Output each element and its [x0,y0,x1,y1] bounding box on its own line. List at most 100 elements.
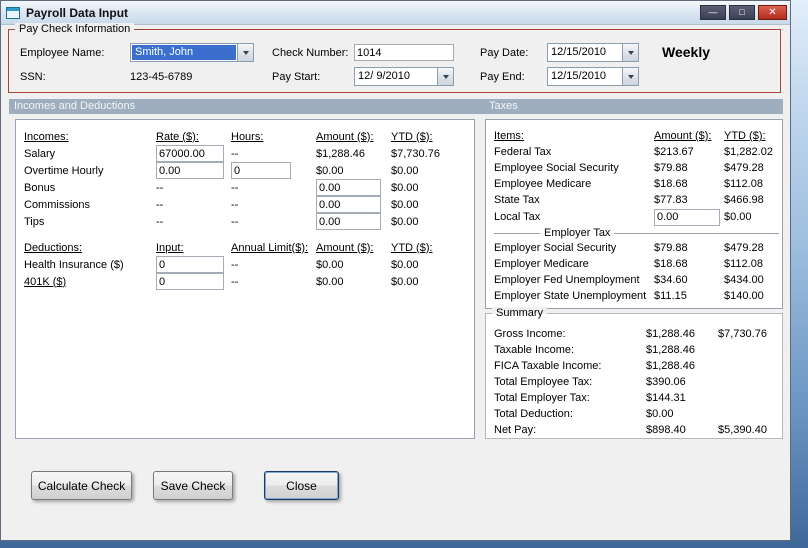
chevron-down-icon[interactable] [237,44,253,61]
desktop-background: Payroll Data Input — □ ✕ Pay Check Infor… [0,0,808,548]
salary-hours-value: -- [231,147,239,160]
caption-buttons: — □ ✕ [700,5,787,20]
income-row-salary: Salary -- $1,288.46 $7,730.76 [16,145,474,162]
overtime-hours-cell [231,162,316,179]
row-label: Salary [24,147,56,160]
summary-row-employer-tax: Total Employer Tax: $144.31 [486,390,782,406]
chevron-down-icon[interactable] [622,44,638,61]
employer-tax-label: Employer Tax [544,227,611,239]
pay-end-picker[interactable]: 12/15/2010 [547,67,639,86]
employer-medicare-amount: $18.68 [654,258,688,270]
salary-amount-value: $1,288.46 [316,147,365,160]
incomes-header-row: Incomes: Rate ($): Hours: Amount ($): YT… [16,128,474,145]
row-label: Tips [24,215,45,228]
state-tax-ytd: $466.98 [724,194,764,206]
bonus-amount-input[interactable] [316,179,381,196]
close-window-button[interactable]: ✕ [758,5,787,20]
calculate-check-button[interactable]: Calculate Check [31,471,132,500]
employer-state-unemployment-ytd: $140.00 [724,290,764,302]
bonus-amount-cell [316,179,391,196]
local-tax-cell [654,208,724,226]
federal-tax-amount: $213.67 [654,146,694,158]
tips-ytd-value: $0.00 [391,215,419,228]
pay-start-label: Pay Start: [272,71,321,83]
bonus-ytd-value: $0.00 [391,181,419,194]
employee-name-label: Employee Name: [20,47,105,59]
net-pay-ytd: $5,390.40 [718,424,767,436]
total-employee-tax-amount: $390.06 [646,376,686,388]
tips-rate-value: -- [156,215,164,228]
total-deduction-amount: $0.00 [646,408,674,420]
col-header: YTD ($): [724,130,766,142]
health-insurance-input[interactable] [156,256,224,273]
gross-income-ytd: $7,730.76 [718,328,767,340]
summary-row-employee-tax: Total Employee Tax: $390.06 [486,374,782,390]
row-label: Employee Social Security [494,162,619,174]
k401-limit-value: -- [231,275,239,288]
commissions-amount-cell [316,196,391,213]
net-pay-amount: $898.40 [646,424,686,436]
taxes-panel: Items: Amount ($): YTD ($): Federal Tax … [485,119,783,309]
divider-line [494,232,540,234]
pay-end-label: Pay End: [480,71,525,83]
tax-row-employee-ss: Employee Social Security $79.88 $479.28 [486,160,782,176]
tax-row-federal: Federal Tax $213.67 $1,282.02 [486,144,782,160]
k401-amount-value: $0.00 [316,275,344,288]
row-label: Total Deduction: [494,408,573,420]
chevron-down-icon[interactable] [622,68,638,85]
k401-input[interactable] [156,273,224,290]
employer-tax-divider: Employer Tax [486,226,782,240]
col-header: Input: [156,241,184,254]
commissions-amount-input[interactable] [316,196,381,213]
local-tax-input[interactable] [654,208,720,226]
row-label: Gross Income: [494,328,566,340]
employer-medicare-ytd: $112.08 [724,258,763,270]
commissions-hours-value: -- [231,198,239,211]
pay-date-value: 12/15/2010 [551,46,607,58]
health-insurance-limit-value: -- [231,258,239,271]
close-button[interactable]: Close [264,471,339,500]
row-label: Employer Fed Unemployment [494,274,640,286]
row-label: Total Employee Tax: [494,376,593,388]
row-label: 401K ($) [24,275,67,288]
col-header: Amount ($): [316,241,374,254]
health-insurance-cell [156,256,231,273]
row-label: Bonus [24,181,56,194]
col-header: Items: [494,130,524,142]
tips-amount-input[interactable] [316,213,381,230]
summary-legend: Summary [492,307,548,320]
income-row-bonus: Bonus -- -- $0.00 [16,179,474,196]
maximize-button[interactable]: □ [729,5,755,20]
bonus-hours-value: -- [231,181,239,194]
col-header: Incomes: [24,130,69,143]
tax-row-employer-fed-unemployment: Employer Fed Unemployment $34.60 $434.00 [486,272,782,288]
row-label: Employer Social Security [494,242,617,254]
pay-date-picker[interactable]: 12/15/2010 [547,43,639,62]
ssn-label: SSN: [20,71,46,83]
salary-rate-cell [156,145,231,162]
total-employer-tax-amount: $144.31 [646,392,686,404]
minimize-button[interactable]: — [700,5,726,20]
check-number-label: Check Number: [272,47,349,59]
chevron-down-icon[interactable] [437,68,453,85]
deductions-header-row: Deductions: Input: Annual Limit($): Amou… [16,239,474,256]
commissions-rate-value: -- [156,198,164,211]
federal-tax-ytd: $1,282.02 [724,146,773,158]
pay-start-picker[interactable]: 12/ 9/2010 [354,67,454,86]
row-label: Overtime Hourly [24,164,104,177]
summary-row-taxable: Taxable Income: $1,288.46 [486,342,782,358]
col-header: Annual Limit($): [231,241,309,254]
titlebar[interactable]: Payroll Data Input — □ ✕ [1,1,790,25]
employee-name-select[interactable]: Smith, John [130,43,254,62]
overtime-rate-input[interactable] [156,162,224,179]
pay-date-label: Pay Date: [480,47,529,59]
check-number-input[interactable] [354,44,454,61]
taxes-section-header: Taxes [489,100,518,112]
overtime-hours-input[interactable] [231,162,291,179]
salary-rate-input[interactable] [156,145,224,162]
save-check-button[interactable]: Save Check [153,471,233,500]
taxable-income-amount: $1,288.46 [646,344,695,356]
gross-income-amount: $1,288.46 [646,328,695,340]
fica-taxable-amount: $1,288.46 [646,360,695,372]
overtime-rate-cell [156,162,231,179]
